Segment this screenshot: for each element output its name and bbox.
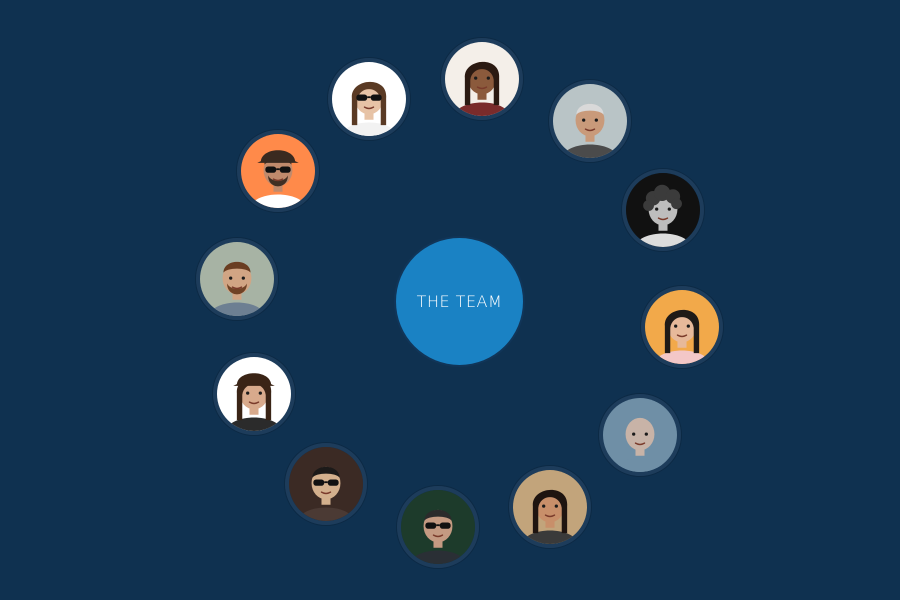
avatar-image xyxy=(645,290,719,364)
team-member-avatar[interactable] xyxy=(285,443,367,525)
team-member-avatar[interactable] xyxy=(599,394,681,476)
team-canvas: THE TEAM xyxy=(0,0,900,600)
avatar-image xyxy=(401,490,475,564)
team-member-avatar[interactable] xyxy=(622,169,704,251)
avatar-image xyxy=(513,470,587,544)
team-hub-label: THE TEAM xyxy=(416,292,503,311)
avatar-image xyxy=(603,398,677,472)
team-member-avatar[interactable] xyxy=(328,58,410,140)
avatar-image xyxy=(200,242,274,316)
team-member-avatar[interactable] xyxy=(237,130,319,212)
avatar-image xyxy=(553,84,627,158)
team-hub-button[interactable]: THE TEAM xyxy=(396,238,523,365)
team-member-avatar[interactable] xyxy=(441,38,523,120)
team-member-avatar[interactable] xyxy=(509,466,591,548)
avatar-image xyxy=(332,62,406,136)
team-member-avatar[interactable] xyxy=(641,286,723,368)
avatar-image xyxy=(445,42,519,116)
avatar-image xyxy=(241,134,315,208)
team-member-avatar[interactable] xyxy=(549,80,631,162)
avatar-image xyxy=(217,357,291,431)
team-member-avatar[interactable] xyxy=(213,353,295,435)
team-member-avatar[interactable] xyxy=(196,238,278,320)
avatar-image xyxy=(289,447,363,521)
avatar-image xyxy=(626,173,700,247)
team-member-avatar[interactable] xyxy=(397,486,479,568)
